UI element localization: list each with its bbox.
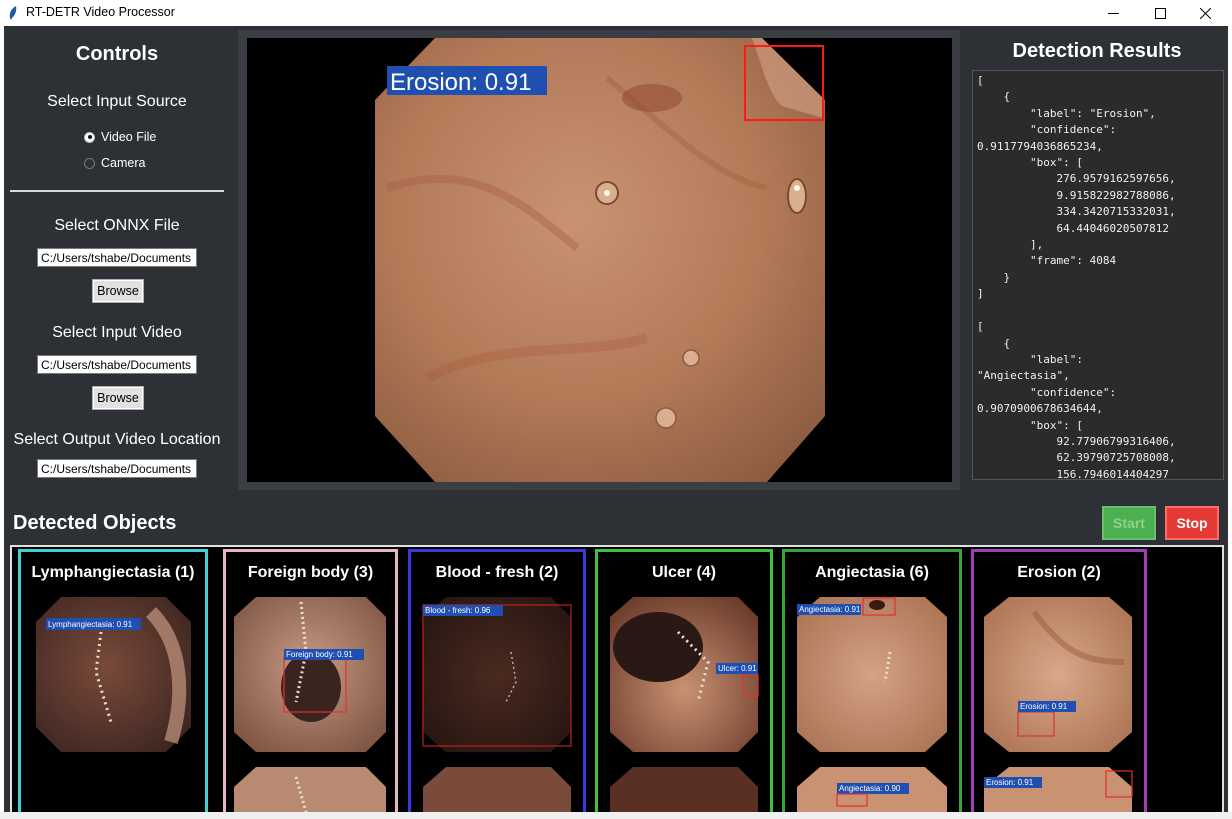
card-angiectasia[interactable]: Angiectasia: 0.91 Angiectasia: 0.90 Angi… (782, 549, 962, 812)
card-lymphangiectasia[interactable]: Lymphangiectasia: 0.91 Lymphangiectasia … (18, 549, 208, 812)
card-box-label: Foreign body: 0.91 (286, 650, 353, 659)
video-frame: Erosion: 0.91 (247, 38, 952, 482)
card-title: Erosion (2) (1017, 564, 1101, 581)
feather-icon (9, 6, 17, 20)
close-button[interactable] (1182, 0, 1228, 26)
browse-onnx-button[interactable]: Browse (92, 279, 144, 303)
onnx-path-field[interactable]: C:/Users/tshabe/Documents (37, 248, 197, 267)
app-window: Controls Select Input Source Video File … (4, 26, 1228, 812)
start-button[interactable]: Start (1102, 506, 1156, 540)
radio-video-file-label: Video File (101, 130, 157, 144)
card-image: Blood - fresh: 0.96 (422, 597, 572, 812)
output-path-field[interactable]: C:/Users/tshabe/Documents (37, 459, 197, 478)
radio-checked-icon (84, 131, 95, 143)
maximize-button[interactable] (1137, 0, 1183, 26)
input-video-path-field[interactable]: C:/Users/tshabe/Documents (37, 355, 197, 374)
card-bottom-label: Angiectasia: 0.90 (839, 784, 901, 793)
divider (10, 190, 224, 192)
close-icon (1199, 7, 1211, 19)
window-bottom-edge (0, 812, 1232, 819)
radio-video-file[interactable]: Video File (84, 130, 156, 144)
detected-objects-gallery: Lymphangiectasia: 0.91 Lymphangiectasia … (10, 545, 1224, 812)
onnx-label: Select ONNX File (54, 217, 180, 234)
card-image: Foreign body: 0.91 (234, 597, 386, 812)
detected-objects-heading: Detected Objects (13, 512, 177, 534)
video-detection-label: Erosion: 0.91 (390, 69, 531, 96)
radio-camera-label: Camera (101, 156, 146, 170)
card-image: Ulcer: 0.91 (610, 597, 759, 812)
card-title: Foreign body (3) (247, 564, 374, 581)
card-title: Angiectasia (6) (815, 564, 929, 581)
card-box-label: Erosion: 0.91 (1020, 702, 1068, 711)
title-bar: RT-DETR Video Processor (0, 0, 1232, 26)
card-image: Erosion: 0.91 Erosion: 0.91 (984, 597, 1133, 812)
maximize-icon (1154, 7, 1166, 19)
minimize-button[interactable] (1090, 0, 1136, 26)
card-box-label: Ulcer: 0.91 (718, 664, 757, 673)
results-json-textbox[interactable]: [ { "label": "Erosion", "confidence": 0.… (972, 70, 1224, 480)
browse-video-button[interactable]: Browse (92, 386, 144, 410)
card-image: Lymphangiectasia: 0.91 (36, 597, 191, 752)
card-box-label: Angiectasia: 0.91 (799, 605, 861, 614)
input-source-label: Select Input Source (47, 93, 187, 110)
radio-unchecked-icon (84, 157, 95, 169)
window-title: RT-DETR Video Processor (26, 5, 175, 19)
card-image: Angiectasia: 0.91 Angiectasia: 0.90 (797, 597, 947, 812)
controls-panel: Controls Select Input Source Video File … (4, 26, 230, 486)
card-box-label: Blood - fresh: 0.96 (425, 606, 491, 615)
card-title: Blood - fresh (2) (435, 564, 559, 581)
card-ulcer[interactable]: Ulcer: 0.91 Ulcer (4) (595, 549, 773, 812)
card-erosion[interactable]: Erosion: 0.91 Erosion: 0.91 Erosion (2) (971, 549, 1147, 812)
minimize-icon (1107, 12, 1119, 14)
endoscopy-frame-image: Erosion: 0.91 (375, 38, 825, 482)
controls-heading: Controls (75, 43, 159, 65)
output-location-label: Select Output Video Location (13, 431, 221, 448)
radio-camera[interactable]: Camera (84, 156, 145, 170)
card-title: Lymphangiectasia (1) (31, 564, 195, 581)
card-title: Ulcer (4) (651, 564, 717, 581)
video-panel: Erosion: 0.91 (238, 30, 960, 490)
card-blood-fresh[interactable]: Blood - fresh: 0.96 Blood - fresh (2) (408, 549, 586, 812)
results-heading: Detection Results (1012, 40, 1182, 62)
stop-button[interactable]: Stop (1165, 506, 1219, 540)
card-foreign-body[interactable]: Foreign body: 0.91 Foreign body (3) (223, 549, 398, 812)
card-bottom-label: Erosion: 0.91 (986, 778, 1034, 787)
input-video-label: Select Input Video (52, 324, 182, 341)
card-box-label: Lymphangiectasia: 0.91 (48, 620, 133, 629)
